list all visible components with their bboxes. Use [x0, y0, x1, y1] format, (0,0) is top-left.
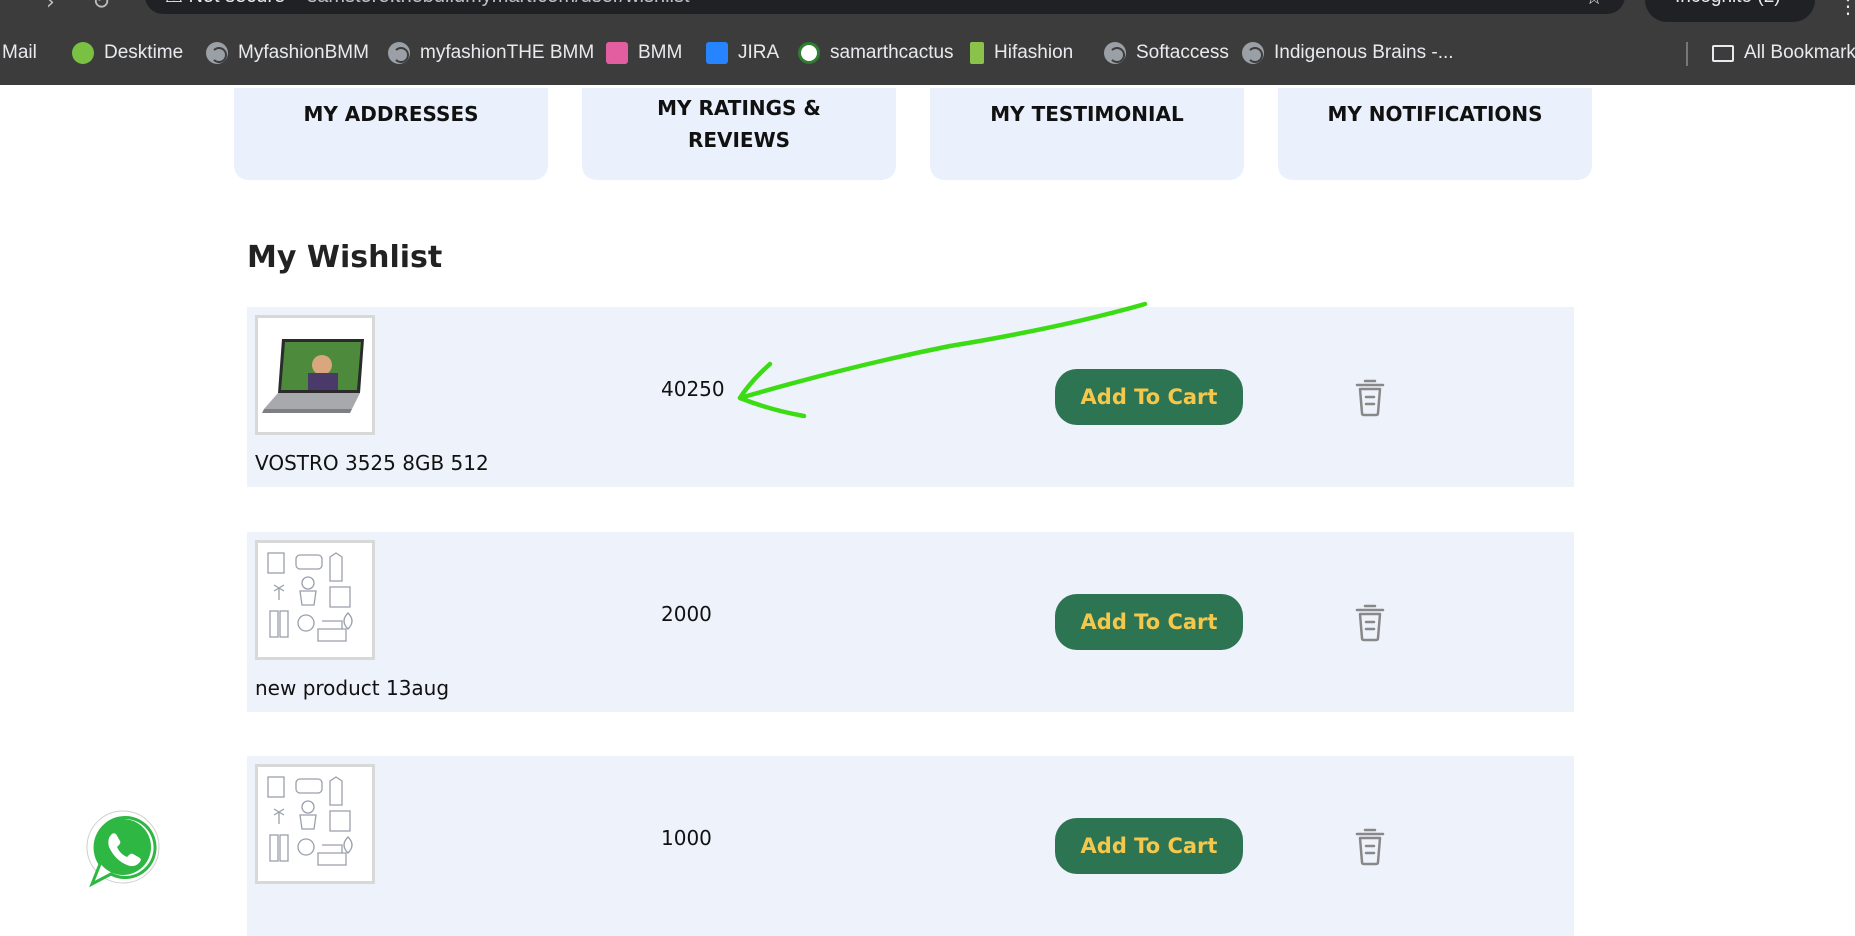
product-image[interactable]	[255, 315, 375, 435]
bookmark-samarthcactus[interactable]: samarthcactus	[798, 42, 954, 64]
product-price: 1000	[661, 826, 712, 850]
browser-chrome: › ↻ ⚠ Not secure samstore.thebuildmymart…	[0, 0, 1855, 85]
tab-my-notifications[interactable]: MY NOTIFICATIONS	[1278, 88, 1592, 180]
bmm-icon	[606, 42, 628, 64]
product-price: 2000	[661, 602, 712, 626]
hifashion-icon	[970, 42, 984, 64]
menu-icon[interactable]: ⋮	[1838, 0, 1855, 18]
wishlist-item: 1000 Add To Cart	[247, 756, 1574, 936]
product-name[interactable]: new product 13aug	[255, 676, 449, 700]
folder-icon	[1712, 44, 1734, 62]
not-secure-badge[interactable]: ⚠ Not secure	[165, 0, 285, 8]
product-price: 40250	[661, 377, 725, 401]
tab-my-testimonial[interactable]: MY TESTIMONIAL	[930, 88, 1244, 180]
all-bookmarks[interactable]: All Bookmarks	[1712, 42, 1855, 64]
product-image[interactable]	[255, 540, 375, 660]
page-title: My Wishlist	[247, 240, 443, 275]
bookmarks-divider	[1686, 42, 1688, 66]
trash-icon[interactable]	[1353, 826, 1387, 866]
bookmark-bmm[interactable]: BMM	[606, 42, 682, 64]
tab-my-addresses[interactable]: MY ADDRESSES	[234, 88, 548, 180]
bookmark-myfashion-the-bmm[interactable]: myfashionTHE BMM	[388, 42, 594, 64]
tab-my-ratings-reviews[interactable]: MY RATINGS & REVIEWS	[582, 88, 896, 180]
bookmark-star-icon[interactable]: ☆	[1585, 0, 1603, 10]
samarthcactus-icon	[798, 42, 820, 64]
forward-icon[interactable]: ›	[46, 0, 55, 15]
product-name[interactable]: VOSTRO 3525 8GB 512	[255, 451, 489, 475]
bookmark-myfashionbmm[interactable]: MyfashionBMM	[206, 42, 369, 64]
placeholder-products-sketch	[267, 552, 353, 642]
globe-icon	[206, 42, 228, 64]
bookmark-jira[interactable]: JIRA	[706, 42, 779, 64]
desktime-icon	[72, 42, 94, 64]
laptop-image	[262, 339, 364, 413]
url-text[interactable]: samstore.thebuildmymart.com/user/wishlis…	[307, 0, 689, 8]
add-to-cart-button[interactable]: Add To Cart	[1055, 369, 1243, 425]
globe-icon	[388, 42, 410, 64]
add-to-cart-button[interactable]: Add To Cart	[1055, 818, 1243, 874]
globe-icon	[1104, 42, 1126, 64]
wishlist-item: new product 13aug 2000 Add To Cart	[247, 532, 1574, 712]
trash-icon[interactable]	[1353, 602, 1387, 642]
incognito-label: Incognito (2)	[1675, 0, 1781, 8]
bookmark-mail[interactable]: Mail	[2, 42, 37, 64]
product-image[interactable]	[255, 764, 375, 884]
wishlist-item: VOSTRO 3525 8GB 512 40250 Add To Cart	[247, 307, 1574, 487]
incognito-badge[interactable]: Incognito (2)	[1645, 0, 1815, 22]
placeholder-products-sketch	[267, 776, 353, 866]
bookmark-softaccess[interactable]: Softaccess	[1104, 42, 1229, 64]
trash-icon[interactable]	[1353, 377, 1387, 417]
whatsapp-icon[interactable]	[80, 808, 162, 890]
address-bar[interactable]: ⚠ Not secure samstore.thebuildmymart.com…	[145, 0, 1625, 14]
bookmark-indigenous-brains[interactable]: Indigenous Brains -...	[1242, 42, 1454, 64]
reload-icon[interactable]: ↻	[92, 0, 110, 15]
bookmark-desktime[interactable]: Desktime	[72, 42, 183, 64]
jira-icon	[706, 42, 728, 64]
bookmarks-bar: Mail Desktime MyfashionBMM myfashionTHE …	[0, 36, 1855, 70]
globe-icon	[1242, 42, 1264, 64]
add-to-cart-button[interactable]: Add To Cart	[1055, 594, 1243, 650]
bookmark-hifashion[interactable]: Hifashion	[970, 42, 1073, 64]
